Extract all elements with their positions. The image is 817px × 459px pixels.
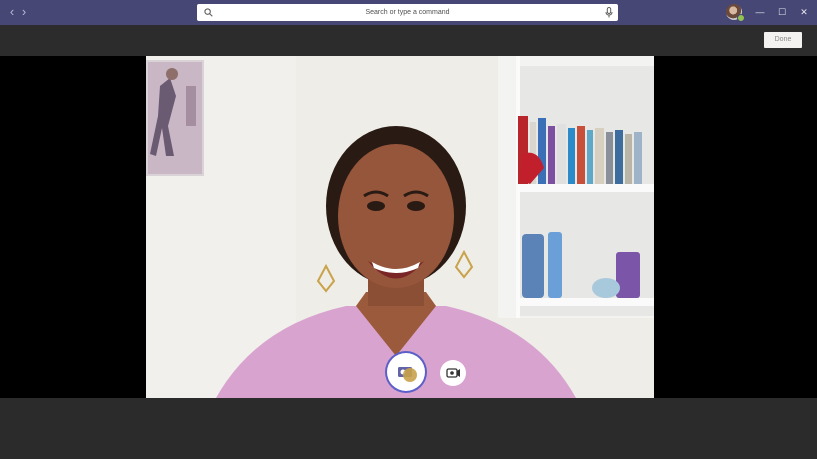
search-placeholder: Search or type a command xyxy=(365,9,450,16)
camera-stage xyxy=(0,56,817,398)
done-button[interactable]: Done xyxy=(764,32,802,48)
minimize-button[interactable]: — xyxy=(753,5,767,19)
switch-camera-icon xyxy=(446,368,460,378)
back-icon[interactable]: ‹ xyxy=(6,5,18,19)
wall-poster xyxy=(146,60,204,176)
take-photo-inner xyxy=(392,358,420,386)
capture-toolbar xyxy=(0,25,817,56)
maximize-button[interactable]: ☐ xyxy=(775,5,789,19)
search-input[interactable]: Search or type a command xyxy=(197,4,618,21)
bottom-bar xyxy=(0,398,817,459)
photo-capture-icon xyxy=(398,367,417,382)
camera-preview xyxy=(146,56,654,398)
microphone-icon[interactable] xyxy=(605,7,613,18)
bookshelf xyxy=(498,56,654,318)
close-button[interactable]: ✕ xyxy=(797,5,811,19)
presence-status-icon xyxy=(737,14,745,22)
camera-preview-image xyxy=(146,56,654,398)
switch-camera-button[interactable] xyxy=(440,360,466,386)
title-bar: ‹ › Search or type a command — ☐ ✕ xyxy=(0,0,817,25)
forward-icon[interactable]: › xyxy=(18,5,30,19)
take-photo-button[interactable] xyxy=(387,353,425,391)
